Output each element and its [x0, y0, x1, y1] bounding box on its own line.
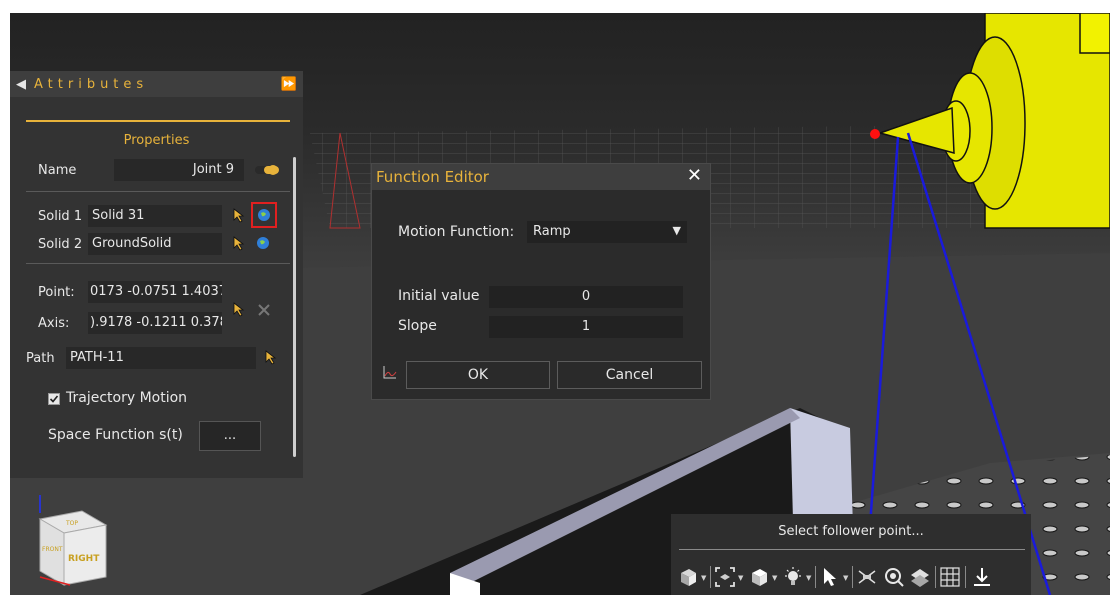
attributes-panel: ◀ Attributes ⏩ Properties Name Joint 9 S… — [10, 71, 303, 478]
chevron-down-icon[interactable]: ▼ — [701, 574, 706, 582]
import-icon[interactable] — [971, 566, 993, 588]
attributes-underline — [26, 120, 290, 122]
section-divider — [26, 191, 290, 192]
view-cube-icon[interactable] — [677, 566, 699, 588]
motion-function-select[interactable]: Ramp ▼ — [527, 221, 687, 243]
cube-right-label: RIGHT — [68, 554, 100, 564]
slope-label: Slope — [398, 318, 437, 334]
shading-icon[interactable] — [748, 566, 770, 588]
pick-cursor-icon[interactable] — [263, 349, 279, 365]
close-icon[interactable]: ✕ — [687, 165, 702, 186]
toolbar-separator — [815, 566, 816, 588]
grid-icon[interactable] — [939, 566, 961, 588]
toolbar-separator — [852, 566, 853, 588]
plot-graph-icon[interactable] — [382, 364, 398, 380]
pick-cursor-icon[interactable] — [231, 301, 247, 317]
globe-icon — [258, 209, 270, 221]
path-field[interactable]: PATH-11 — [66, 347, 256, 369]
pick-cursor-icon[interactable] — [231, 207, 247, 223]
select-cursor-icon[interactable] — [819, 566, 841, 588]
motion-function-value: Ramp — [533, 224, 571, 239]
attributes-header: ◀ Attributes ⏩ — [10, 71, 303, 97]
solid1-field[interactable]: Solid 31 — [88, 205, 222, 227]
solid1-label: Solid 1 — [38, 209, 83, 224]
ok-button[interactable]: OK — [406, 361, 550, 389]
snap-icon[interactable] — [909, 566, 931, 588]
slope-field[interactable]: 1 — [489, 316, 683, 338]
toolbar-separator — [965, 566, 966, 588]
panel-scrollbar[interactable] — [293, 157, 296, 457]
solid2-field[interactable]: GroundSolid — [88, 233, 222, 255]
view-cube[interactable]: TOP FRONT RIGHT — [30, 489, 110, 589]
axis-field[interactable]: ).9178 -0.1211 0.3781 — [88, 312, 222, 334]
light-icon[interactable] — [782, 566, 804, 588]
solid2-label: Solid 2 — [38, 237, 83, 252]
function-editor-title: Function Editor — [376, 168, 489, 186]
chevron-down-icon[interactable]: ▼ — [738, 574, 743, 582]
name-field[interactable]: Joint 9 — [114, 159, 244, 181]
trajectory-motion-label: Trajectory Motion — [66, 390, 188, 406]
measure-icon[interactable] — [883, 566, 905, 588]
solid1-globe-highlight[interactable] — [251, 202, 277, 228]
attributes-title: Attributes — [34, 76, 149, 92]
point-label: Point: — [38, 285, 75, 300]
initial-value-field[interactable]: 0 — [489, 286, 683, 308]
function-editor-titlebar[interactable]: Function Editor ✕ — [372, 164, 710, 190]
axis-cross-icon[interactable] — [256, 302, 272, 318]
chevron-down-icon[interactable]: ▼ — [843, 574, 848, 582]
toolbar-divider — [679, 549, 1025, 550]
status-message: Select follower point... — [778, 524, 924, 539]
expand-right-icon[interactable]: ⏩ — [281, 77, 297, 92]
chevron-down-icon: ▼ — [672, 224, 681, 237]
chevron-down-icon[interactable]: ▼ — [806, 574, 811, 582]
trajectory-checkbox[interactable] — [48, 393, 60, 405]
fit-view-icon[interactable] — [714, 566, 736, 588]
space-function-label: Space Function s(t) — [48, 427, 183, 443]
point-field[interactable]: 0173 -0.0751 1.4037 — [88, 281, 222, 303]
cube-front-label: FRONT — [42, 546, 63, 553]
section-divider — [26, 263, 290, 264]
space-function-button[interactable]: ... — [199, 421, 261, 451]
cancel-button[interactable]: Cancel — [557, 361, 702, 389]
toolbar-separator — [710, 566, 711, 588]
axis-label: Axis: — [38, 316, 70, 331]
initial-value-label: Initial value — [398, 288, 480, 304]
globe-icon[interactable] — [255, 235, 271, 251]
bottom-toolbar: Select follower point... ▼ ▼ ▼ ▼ ▼ — [671, 514, 1031, 595]
toolbar-separator — [935, 566, 936, 588]
cube-top-label: TOP — [65, 520, 78, 527]
function-editor-dialog: Function Editor ✕ Motion Function: Ramp … — [371, 163, 711, 400]
motion-function-label: Motion Function: — [398, 224, 515, 240]
path-label: Path — [26, 351, 55, 366]
chevron-down-icon[interactable]: ▼ — [772, 574, 777, 582]
properties-heading: Properties — [123, 133, 190, 148]
toggle-switch-icon[interactable] — [254, 163, 280, 177]
collapse-left-icon[interactable]: ◀ — [16, 77, 26, 92]
section-icon[interactable] — [856, 566, 878, 588]
3d-viewport[interactable]: ◀ Attributes ⏩ Properties Name Joint 9 S… — [10, 13, 1110, 595]
name-label: Name — [38, 163, 77, 178]
pick-cursor-icon[interactable] — [231, 235, 247, 251]
